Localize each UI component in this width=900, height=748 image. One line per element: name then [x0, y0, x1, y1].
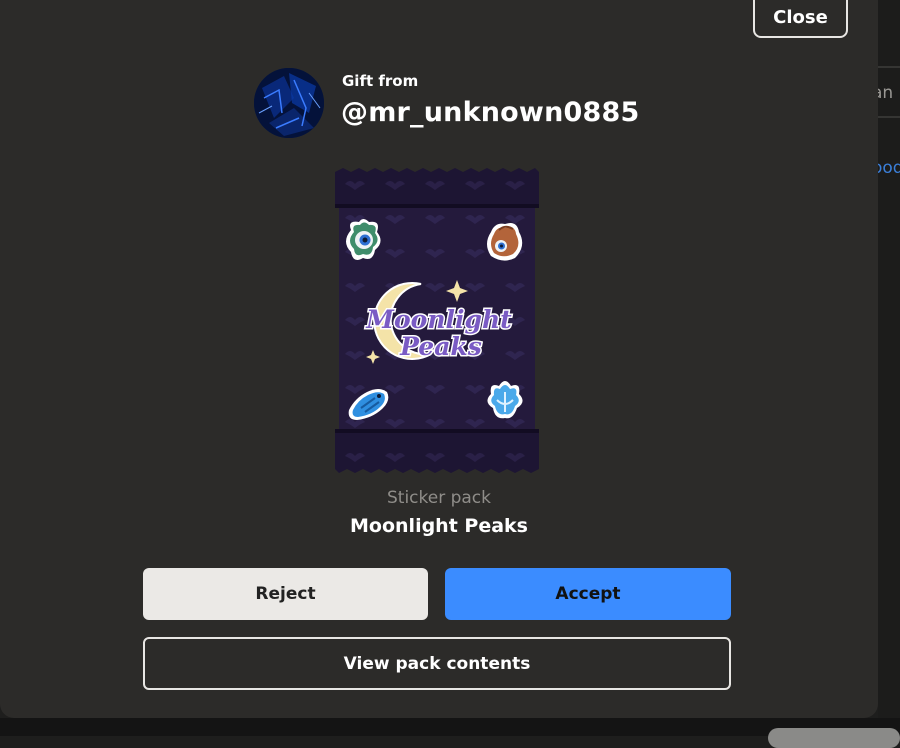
pack-logo-line2: Peaks	[399, 332, 482, 361]
avatar	[254, 68, 324, 138]
background-app-panel	[878, 0, 900, 736]
gift-from-label: Gift from	[342, 72, 419, 90]
background-bottom-bar	[0, 718, 900, 736]
pack-type-label: Sticker pack	[386, 488, 492, 508]
view-pack-contents-button[interactable]: View pack contents	[143, 637, 731, 690]
close-button[interactable]: Close	[753, 0, 848, 38]
background-divider	[878, 66, 900, 68]
pack-logo-line1: Moonlight	[365, 305, 512, 334]
background-scroll-pill	[768, 728, 900, 748]
sender-username: @mr_unknown0885	[341, 97, 640, 128]
background-divider	[878, 116, 900, 118]
reject-button[interactable]: Reject	[143, 568, 428, 620]
pack-name: Moonlight Peaks	[350, 515, 528, 537]
sticker-pack-image: Moonlight Peaks	[335, 168, 539, 473]
accept-button[interactable]: Accept	[445, 568, 731, 620]
